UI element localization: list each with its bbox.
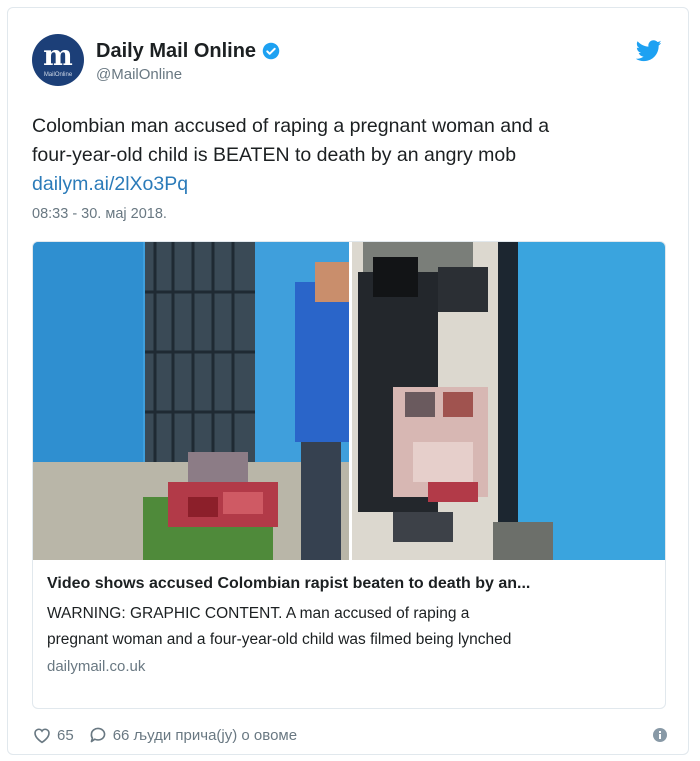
like-count: 65 [57, 726, 74, 744]
tweet-header: m MailOnline Daily Mail Online @MailOnli… [32, 34, 662, 90]
heart-icon [34, 728, 50, 744]
comment-bubble-icon [90, 727, 106, 743]
card-description-line-2: pregnant woman and a four-year-old child… [47, 631, 512, 648]
card-image[interactable] [33, 242, 665, 560]
conversation-button[interactable]: 66 људи прича(ју) о овоме [88, 726, 297, 744]
link-card[interactable]: Video shows accused Colombian rapist bea… [32, 241, 666, 709]
card-description-line-1: WARNING: GRAPHIC CONTENT. A man accused … [47, 605, 470, 622]
card-image-graphic [33, 242, 665, 560]
avatar[interactable]: m MailOnline [32, 34, 84, 86]
card-title[interactable]: Video shows accused Colombian rapist bea… [47, 573, 653, 595]
tweet-text-line-1: Colombian man accused of raping a pregna… [32, 115, 550, 137]
tweet-actions: 65 66 људи прича(ју) о овоме [32, 724, 672, 746]
verified-badge-icon [262, 42, 280, 60]
card-domain[interactable]: dailymail.co.uk [47, 658, 653, 675]
talking-count: 66 људи прича(ју) о овоме [112, 726, 298, 744]
like-button[interactable]: 65 [32, 726, 74, 744]
card-description: WARNING: GRAPHIC CONTENT. A man accused … [47, 601, 653, 653]
author-handle[interactable]: @MailOnline [96, 66, 182, 83]
info-icon[interactable] [652, 727, 668, 743]
avatar-logo-sub: MailOnline [43, 72, 73, 78]
tweet-timestamp[interactable]: 08:33 - 30. мај 2018. [32, 206, 167, 222]
author-name[interactable]: Daily Mail Online [96, 40, 256, 62]
avatar-logo-letter: m [43, 39, 73, 72]
tweet-text: Colombian man accused of raping a pregna… [32, 112, 652, 199]
twitter-bird-icon[interactable] [636, 40, 662, 62]
tweet-text-line-2: four-year-old child is BEATEN to death b… [32, 144, 517, 166]
tweet-embed: m MailOnline Daily Mail Online @MailOnli… [7, 7, 689, 755]
tweet-link[interactable]: dailym.ai/2lXo3Pq [32, 173, 188, 195]
